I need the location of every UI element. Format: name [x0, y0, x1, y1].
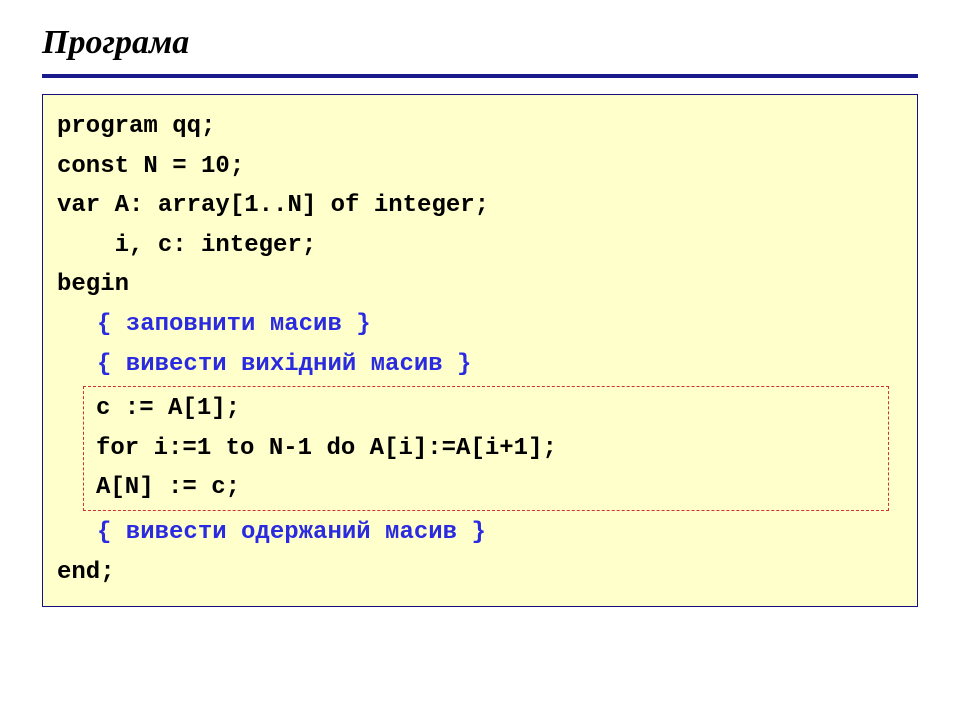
code-block: program qq; const N = 10; var A: array[1…: [42, 94, 918, 607]
code-comment: { вивести одержаний масив }: [57, 513, 903, 553]
code-comment: { вивести вихідний масив }: [57, 345, 903, 385]
code-line: const N = 10;: [57, 147, 903, 187]
slide-title: Програма: [42, 24, 918, 62]
code-line: i, c: integer;: [57, 226, 903, 266]
highlighted-code: c := A[1]; for i:=1 to N-1 do A[i]:=A[i+…: [83, 386, 889, 511]
code-line: for i:=1 to N-1 do A[i]:=A[i+1];: [96, 429, 876, 469]
code-line: c := A[1];: [96, 389, 876, 429]
code-line: A[N] := c;: [96, 468, 876, 508]
title-underline: [42, 74, 918, 78]
code-comment: { заповнити масив }: [57, 305, 903, 345]
code-line: end;: [57, 553, 903, 593]
code-line: var A: array[1..N] of integer;: [57, 186, 903, 226]
code-line: begin: [57, 265, 903, 305]
code-line: program qq;: [57, 107, 903, 147]
